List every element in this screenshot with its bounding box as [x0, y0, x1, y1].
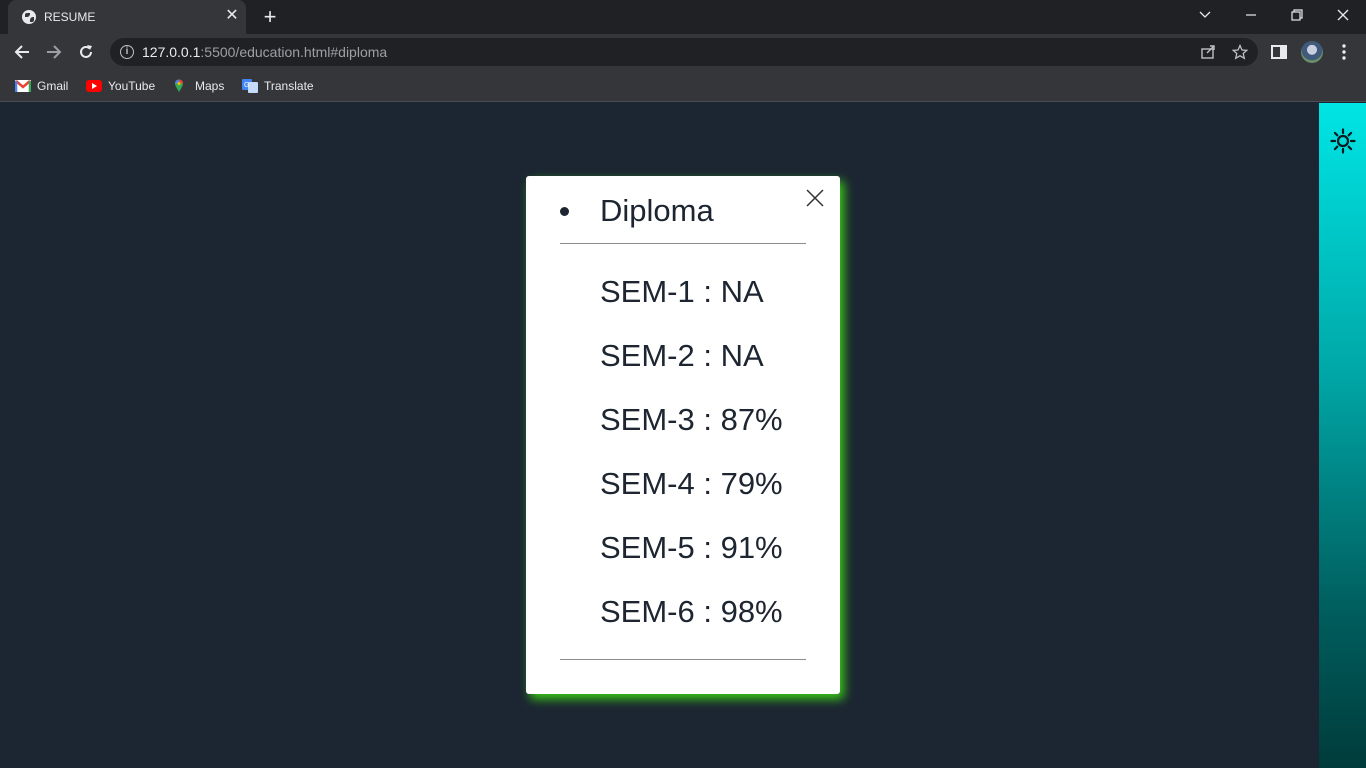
- more-menu-icon[interactable]: [1334, 42, 1354, 62]
- semester-result: SEM-3 : 87%: [600, 402, 783, 437]
- semester-result: SEM-4 : 79%: [600, 466, 783, 501]
- new-tab-button[interactable]: +: [258, 5, 282, 29]
- tab-search-button[interactable]: [1182, 0, 1228, 30]
- divider-top: [560, 243, 806, 244]
- share-icon[interactable]: [1200, 44, 1216, 60]
- theme-sidebar: [1319, 103, 1366, 768]
- semester-result: SEM-1 : NA: [600, 274, 764, 309]
- restore-button[interactable]: [1274, 0, 1320, 30]
- restore-icon: [1291, 9, 1303, 21]
- side-panel-icon[interactable]: [1269, 42, 1289, 62]
- chevron-down-icon: [1199, 11, 1211, 18]
- translate-icon: G: [242, 79, 258, 93]
- globe-icon: [22, 10, 36, 24]
- arrow-right-icon: [47, 45, 62, 59]
- semester-result: SEM-2 : NA: [600, 338, 764, 373]
- diploma-card: Diploma SEM-1 : NA SEM-2 : NA SEM-3 : 87…: [526, 176, 840, 694]
- maps-icon: [175, 79, 183, 92]
- star-icon[interactable]: [1232, 44, 1248, 60]
- divider-bottom: [560, 659, 806, 660]
- info-icon[interactable]: i: [120, 45, 134, 59]
- semester-result: SEM-5 : 91%: [600, 530, 783, 565]
- browser-toolbar: i 127.0.0.1:5500/education.html#diploma: [0, 34, 1366, 70]
- svg-text:G: G: [244, 82, 249, 89]
- title-bar: RESUME ✕ +: [0, 0, 1366, 34]
- semester-result: SEM-6 : 98%: [600, 594, 783, 629]
- arrow-left-icon: [14, 45, 29, 59]
- gmail-icon: [15, 80, 31, 92]
- list-bullet: [560, 207, 569, 216]
- reload-button[interactable]: [72, 38, 100, 66]
- profile-avatar[interactable]: [1301, 41, 1323, 63]
- youtube-icon: [86, 80, 102, 92]
- address-bar[interactable]: i 127.0.0.1:5500/education.html#diploma: [110, 38, 1258, 66]
- tab-close-icon[interactable]: ✕: [223, 7, 241, 25]
- bookmarks-bar: Gmail YouTube Maps G Translate: [0, 70, 1366, 102]
- forward-button[interactable]: [40, 38, 68, 66]
- browser-tab[interactable]: RESUME ✕: [8, 0, 246, 34]
- reload-icon: [80, 45, 92, 58]
- card-title: Diploma: [600, 193, 714, 228]
- page-viewport: Diploma SEM-1 : NA SEM-2 : NA SEM-3 : 87…: [0, 103, 1366, 768]
- sun-icon[interactable]: [1330, 128, 1356, 154]
- close-window-button[interactable]: [1320, 0, 1366, 30]
- minimize-button[interactable]: [1228, 0, 1274, 30]
- close-icon[interactable]: [804, 187, 826, 209]
- tab-title: RESUME: [44, 10, 96, 24]
- close-icon: [1337, 9, 1349, 21]
- back-button[interactable]: [8, 38, 36, 66]
- url-text: 127.0.0.1:5500/education.html#diploma: [142, 44, 388, 60]
- minimize-icon: [1246, 14, 1256, 16]
